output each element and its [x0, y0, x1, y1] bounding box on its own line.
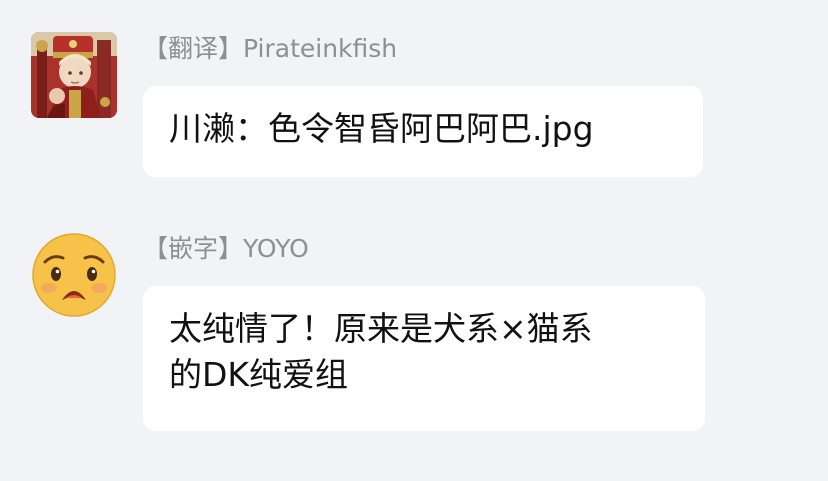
sad-emoji-avatar-icon[interactable] — [31, 232, 117, 318]
sender-username: YOYO — [243, 234, 309, 263]
message-bubble[interactable]: 太纯情了！原来是犬系×猫系 的DK纯爱组 — [143, 286, 705, 431]
sender-tag: 【嵌字】 — [143, 234, 244, 263]
chat-message: 【嵌字】YOYO 太纯情了！原来是犬系×猫系 的DK纯爱组 — [0, 0, 828, 481]
sender-name: 【嵌字】YOYO — [143, 234, 309, 264]
message-text: 太纯情了！原来是犬系×猫系 的DK纯爱组 — [169, 309, 593, 394]
